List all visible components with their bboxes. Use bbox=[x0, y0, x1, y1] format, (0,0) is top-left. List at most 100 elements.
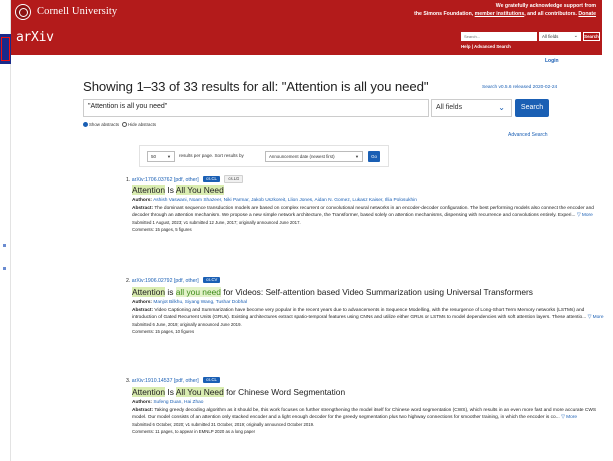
title-highlight: All You Need bbox=[175, 185, 224, 195]
author-links[interactable]: Sufeng Duan, Hai Zhao bbox=[153, 400, 203, 405]
abstract-label: Abstract: bbox=[132, 307, 154, 313]
abstract-label: Abstract: bbox=[132, 205, 154, 211]
result-authors: Authors: Ashish Vaswani, Noam Shazeer, N… bbox=[126, 197, 606, 204]
results-heading: Showing 1–33 of 33 results for all: "Att… bbox=[83, 79, 429, 94]
result-item: 3. arXiv:1910.14537 [pdf, other] cs.CL A… bbox=[126, 377, 606, 436]
cornell-seal-icon[interactable] bbox=[15, 4, 31, 20]
search-button[interactable]: Search bbox=[515, 99, 549, 117]
arxiv-id-link[interactable]: arXiv:1706.03762 bbox=[132, 177, 173, 183]
abstract-text: Taking greedy decoding algorithm as it s… bbox=[132, 407, 597, 420]
title-highlight: All You Need bbox=[175, 387, 224, 397]
per-page-value: 50 bbox=[151, 154, 157, 159]
abstract-text: The dominant sequence transduction model… bbox=[132, 205, 594, 218]
help-advanced-links[interactable]: Help | Advanced Search bbox=[461, 44, 511, 49]
left-browser-strip bbox=[0, 0, 11, 461]
radio-icon bbox=[122, 122, 128, 128]
result-submitted: Submitted 1 August, 2023; v1 submitted 1… bbox=[132, 219, 301, 225]
result-authors: Authors: Manjot Bilkhu, Siyang Wang, Tus… bbox=[126, 299, 606, 306]
result-submitted: Submitted 6 October, 2020; v1 submitted … bbox=[132, 421, 315, 427]
category-tag[interactable]: cs.CL bbox=[203, 176, 220, 182]
result-title: Attention Is All You Need bbox=[126, 185, 606, 196]
chevron-down-icon: ⌄ bbox=[573, 33, 578, 39]
result-number: 2. bbox=[126, 278, 131, 284]
page: Cornell University We gratefully acknowl… bbox=[11, 0, 613, 461]
result-item: 2. arXiv:1906.02792 [pdf, other] cs.CV A… bbox=[126, 277, 606, 336]
pdf-other-links[interactable]: [pdf, other] bbox=[174, 278, 199, 284]
title-highlight: Attention bbox=[132, 185, 166, 195]
chevron-down-icon: ⌄ bbox=[498, 103, 505, 112]
title-highlight: all you need bbox=[175, 287, 221, 297]
result-authors: Authors: Sufeng Duan, Hai Zhao bbox=[126, 399, 606, 406]
strip-dot bbox=[3, 244, 6, 247]
sort-select[interactable]: Announcement date (newest first) ▼ bbox=[265, 151, 363, 162]
title-text: Is bbox=[165, 387, 176, 397]
chevron-down-icon: ▼ bbox=[167, 154, 171, 159]
category-tag[interactable]: cs.CV bbox=[203, 277, 221, 283]
arxiv-header-band: arXiv All fields ⌄ Search Help | Advanced… bbox=[11, 25, 602, 55]
authors-label: Authors: bbox=[132, 197, 152, 203]
title-highlight: Attention bbox=[132, 387, 166, 397]
field-value: All fields bbox=[436, 104, 463, 111]
abstract-toggle: Show abstracts Hide abstracts bbox=[83, 122, 157, 128]
author-links[interactable]: Ashish Vaswani, Noam Shazeer, Niki Parma… bbox=[153, 198, 417, 203]
login-link[interactable]: Login bbox=[545, 58, 559, 64]
header-search-input[interactable] bbox=[461, 32, 537, 41]
result-number: 1. bbox=[126, 177, 131, 183]
query-input[interactable]: "Attention is all you need" bbox=[83, 99, 429, 117]
abstract-label: Abstract: bbox=[132, 407, 154, 413]
release-note-link[interactable]: Search v0.5.6 released 2020-02-24 bbox=[482, 85, 557, 90]
result-item: 1. arXiv:1706.03762 [pdf, other] cs.CL c… bbox=[126, 175, 606, 234]
result-number: 3. bbox=[126, 378, 131, 384]
author-links[interactable]: Manjot Bilkhu, Siyang Wang, Tushar Dobha… bbox=[153, 300, 247, 305]
per-page-select[interactable]: 50 ▼ bbox=[147, 151, 175, 162]
arxiv-logo[interactable]: arXiv bbox=[16, 30, 54, 45]
strip-dot bbox=[3, 267, 6, 270]
support-text: , and all contributors. bbox=[524, 10, 579, 17]
category-tag[interactable]: cs.CL bbox=[203, 377, 220, 383]
results-options: 50 ▼ results per page. Sort results by An… bbox=[139, 145, 389, 167]
category-tag[interactable]: cs.LG bbox=[224, 175, 244, 183]
radio-icon bbox=[83, 122, 88, 128]
show-abstracts-radio[interactable]: Show abstracts bbox=[83, 122, 120, 128]
advanced-search-link[interactable]: Advanced Search bbox=[508, 132, 547, 138]
radio-label: Show abstracts bbox=[89, 122, 120, 127]
hide-abstracts-radio[interactable]: Hide abstracts bbox=[122, 122, 157, 128]
title-highlight: Attention bbox=[132, 287, 166, 297]
more-link[interactable]: ▽ More bbox=[577, 213, 593, 218]
authors-label: Authors: bbox=[132, 299, 152, 305]
arxiv-id-link[interactable]: arXiv:1910.14537 bbox=[132, 378, 173, 384]
support-line: We gratefully acknowledge support from bbox=[495, 3, 596, 9]
pdf-other-links[interactable]: [pdf, other] bbox=[174, 378, 199, 384]
member-institutions-link[interactable]: member institutions bbox=[475, 11, 525, 17]
result-submitted: Submitted 6 June, 2019; originally annou… bbox=[132, 321, 242, 327]
result-abstract: Abstract: The dominant sequence transduc… bbox=[126, 205, 606, 219]
result-id-line: 3. arXiv:1910.14537 [pdf, other] cs.CL bbox=[126, 377, 606, 385]
field-select[interactable]: All fields ⌄ bbox=[431, 99, 512, 117]
header-search-button[interactable]: Search bbox=[583, 32, 600, 41]
field-value: All fields bbox=[542, 34, 559, 39]
abstract-text: Video Captioning and Summarization have … bbox=[132, 307, 587, 320]
result-comments: Comments: 11 pages, to appear in EMNLP 2… bbox=[132, 429, 256, 434]
title-text: is bbox=[165, 287, 176, 297]
pdf-other-links[interactable]: [pdf, other] bbox=[174, 177, 199, 183]
title-text: for Videos: Self-attention based Video S… bbox=[220, 287, 533, 297]
top-bar: Cornell University We gratefully acknowl… bbox=[11, 0, 602, 25]
header-field-select[interactable]: All fields ⌄ bbox=[539, 32, 581, 41]
support-text: the Simons Foundation, bbox=[414, 10, 475, 17]
donate-link[interactable]: Donate bbox=[578, 11, 596, 17]
result-id-line: 2. arXiv:1906.02792 [pdf, other] cs.CV bbox=[126, 277, 606, 285]
more-link[interactable]: ▽ More bbox=[588, 315, 604, 320]
go-button[interactable]: Go bbox=[368, 151, 380, 162]
result-comments: Comments: 15 pages, 5 figures bbox=[132, 227, 192, 232]
strip-marker bbox=[1, 37, 10, 61]
sort-value: Announcement date (newest first) bbox=[269, 154, 335, 159]
title-text: for Chinese Word Segmentation bbox=[223, 387, 346, 397]
result-title: Attention is all you need for Videos: Se… bbox=[126, 287, 606, 298]
arxiv-id-link[interactable]: arXiv:1906.02792 bbox=[132, 278, 173, 284]
radio-label: Hide abstracts bbox=[128, 122, 157, 127]
authors-label: Authors: bbox=[132, 399, 152, 405]
institution-name[interactable]: Cornell University bbox=[37, 6, 117, 17]
result-comments: Comments: 15 pages, 10 figures bbox=[132, 329, 195, 334]
more-link[interactable]: ▽ More bbox=[561, 415, 577, 420]
support-line: the Simons Foundation, member institutio… bbox=[414, 11, 596, 19]
